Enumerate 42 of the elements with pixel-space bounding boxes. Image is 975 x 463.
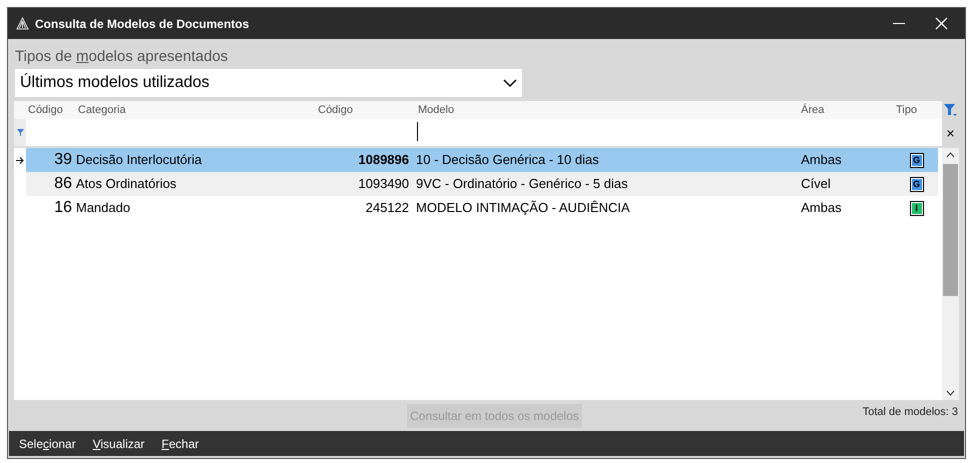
total-count: Total de modelos: 3 [862,405,958,420]
chevron-down-icon [503,78,517,88]
filter-icon [16,129,24,136]
table-cell-text: Ambas [800,151,842,170]
scrollbar-thumb[interactable] [943,164,958,296]
table-cell-text: 39 [53,150,73,170]
table-cell-text: 245122 [364,199,410,218]
current-row-arrow-icon [16,156,24,164]
minimize-icon [893,22,905,24]
table-cell-text: MODELO INTIMAÇÃO - AUDIÊNCIA [415,199,631,218]
app-logo-icon [16,17,29,30]
table-cell-text: Mandado [75,199,132,218]
column-header[interactable]: Código [26,102,75,118]
footer-button[interactable]: Visualizar [92,434,145,452]
column-header[interactable]: Tipo [895,102,938,118]
column-header[interactable]: Modelo [415,102,800,118]
clear-filter-button[interactable]: × [942,119,959,146]
type-badge: I [910,202,922,214]
type-badge: G [910,154,922,166]
column-header[interactable]: Código [315,102,415,118]
column-header[interactable]: Área [800,102,895,118]
table-cell-text: 1089896 [357,151,410,170]
scroll-down-icon[interactable] [946,390,956,396]
model-types-dropdown[interactable]: Últimos modelos utilizados [15,69,522,97]
table-cell-text: Decisão Interlocutória [75,151,203,170]
close-icon [934,17,948,30]
footer-button[interactable]: Fechar [162,434,199,452]
table-cell-text: 9VC - Ordinatório - Genérico - 5 dias [415,175,629,194]
scroll-up-icon[interactable] [946,152,956,158]
table-cell-text: Cível [800,175,832,194]
footer-button[interactable]: Selecionar [19,434,76,452]
type-badge: G [910,178,922,190]
table-cell-text: 1093490 [357,175,410,194]
table-cell-text: Atos Ordinatórios [75,175,178,194]
filter-options-icon[interactable] [944,104,958,116]
model-types-label: Tipos de modelos apresentados [15,48,229,66]
column-header[interactable]: Categoria [75,102,315,118]
table-cell-text: Ambas [800,199,842,218]
table-cell-text: 86 [53,174,73,194]
table-cell-text: 10 - Decisão Genérica - 10 dias [415,151,600,170]
table-cell-text: 16 [53,198,73,218]
window-title: Consulta de Modelos de Documentos [35,16,250,32]
